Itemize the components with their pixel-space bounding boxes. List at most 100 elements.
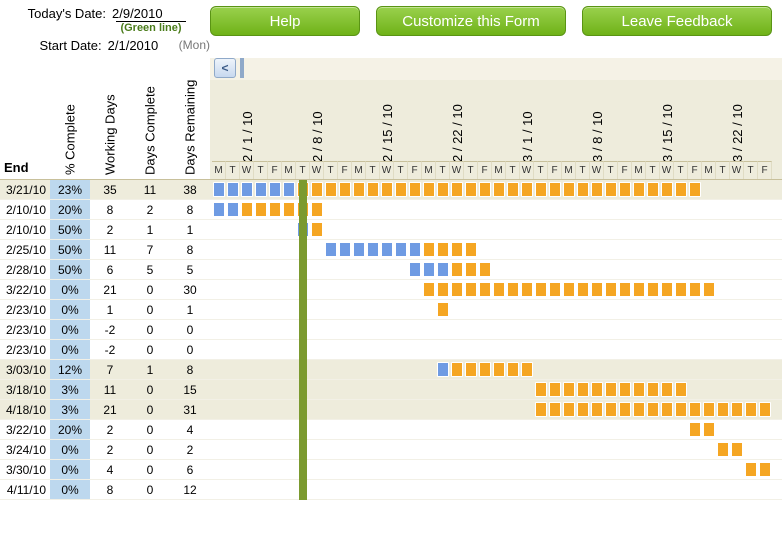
bar-complete <box>381 242 393 257</box>
bar-remaining <box>535 402 547 417</box>
gantt-row <box>210 360 782 380</box>
bar-remaining <box>675 402 687 417</box>
bar-remaining <box>493 282 505 297</box>
bar-remaining <box>675 382 687 397</box>
day-label: M <box>702 161 716 179</box>
bar-remaining <box>423 242 435 257</box>
start-value[interactable]: 2/1/2010 <box>108 38 175 53</box>
bar-remaining <box>577 382 589 397</box>
bar-remaining <box>759 462 771 477</box>
bar-remaining <box>465 362 477 377</box>
bar-complete <box>255 182 267 197</box>
day-label: F <box>758 161 772 179</box>
gantt-rows <box>210 180 782 500</box>
bar-remaining <box>675 182 687 197</box>
day-label: F <box>478 161 492 179</box>
bar-remaining <box>493 182 505 197</box>
cell-wd: 8 <box>90 483 130 497</box>
bar-complete <box>395 242 407 257</box>
bar-remaining <box>605 402 617 417</box>
cell-wd: 7 <box>90 363 130 377</box>
day-label: T <box>716 161 730 179</box>
today-value[interactable]: 2/9/2010 <box>112 6 182 21</box>
bar-remaining <box>703 422 715 437</box>
bar-complete <box>423 262 435 277</box>
cell-wd: 2 <box>90 223 130 237</box>
bar-remaining <box>661 402 673 417</box>
day-label: W <box>520 161 534 179</box>
col-wd: Working Days <box>90 57 130 179</box>
table-row: 2/10/1020%828 <box>0 200 210 220</box>
bar-complete <box>227 182 239 197</box>
customize-button[interactable]: Customize this Form <box>376 6 566 36</box>
bar-remaining <box>591 382 603 397</box>
day-label: W <box>590 161 604 179</box>
bar-remaining <box>437 302 449 317</box>
gantt-row <box>210 400 782 420</box>
bar-remaining <box>339 182 351 197</box>
bar-remaining <box>521 182 533 197</box>
day-label: W <box>450 161 464 179</box>
day-label: M <box>562 161 576 179</box>
gantt-row <box>210 420 782 440</box>
table-row: 4/18/103%21031 <box>0 400 210 420</box>
cell-dr: 30 <box>170 283 210 297</box>
help-button[interactable]: Help <box>210 6 360 36</box>
gantt-row <box>210 460 782 480</box>
bar-complete <box>353 242 365 257</box>
scroll-left-button[interactable]: < <box>214 58 236 78</box>
cell-dr: 15 <box>170 383 210 397</box>
bar-remaining <box>647 182 659 197</box>
bar-remaining <box>353 182 365 197</box>
bar-remaining <box>269 202 281 217</box>
bar-remaining <box>535 182 547 197</box>
col-dr: Days Remaining <box>170 57 210 179</box>
bar-remaining <box>647 282 659 297</box>
bar-remaining <box>605 282 617 297</box>
day-label: F <box>338 161 352 179</box>
bar-remaining <box>311 182 323 197</box>
cell-end: 2/10/10 <box>0 203 50 217</box>
cell-pct: 3% <box>50 380 90 399</box>
bar-remaining <box>717 442 729 457</box>
bar-remaining <box>521 282 533 297</box>
bar-remaining <box>689 282 701 297</box>
bar-remaining <box>563 282 575 297</box>
feedback-button[interactable]: Leave Feedback <box>582 6 772 36</box>
day-label: W <box>240 161 254 179</box>
cell-pct: 0% <box>50 440 90 459</box>
bar-remaining <box>409 182 421 197</box>
bar-remaining <box>395 182 407 197</box>
week-date: 3 / 1 / 10 <box>520 84 535 162</box>
today-label: Today's Date: <box>4 6 112 21</box>
day-label: T <box>366 161 380 179</box>
cell-dc: 0 <box>130 423 170 437</box>
cell-end: 2/10/10 <box>0 223 50 237</box>
cell-dc: 0 <box>130 443 170 457</box>
week-date: 3 / 8 / 10 <box>590 84 605 162</box>
cell-wd: 35 <box>90 183 130 197</box>
day-label: M <box>422 161 436 179</box>
cell-end: 4/11/10 <box>0 483 50 497</box>
table-row: 3/22/100%21030 <box>0 280 210 300</box>
week-date: 3 / 22 / 10 <box>730 84 745 162</box>
bar-remaining <box>619 402 631 417</box>
cell-wd: 2 <box>90 443 130 457</box>
cell-dc: 0 <box>130 323 170 337</box>
gantt-row <box>210 240 782 260</box>
start-label: Start Date: <box>4 38 108 53</box>
day-label: T <box>324 161 338 179</box>
bar-complete <box>409 262 421 277</box>
cell-dr: 38 <box>170 183 210 197</box>
cell-wd: 8 <box>90 203 130 217</box>
bar-complete <box>367 242 379 257</box>
bar-complete <box>213 182 225 197</box>
bar-remaining <box>731 442 743 457</box>
bar-complete <box>227 202 239 217</box>
bar-remaining <box>241 202 253 217</box>
cell-dr: 0 <box>170 323 210 337</box>
table-row: 2/10/1050%211 <box>0 220 210 240</box>
left-header: End % Complete Working Days Days Complet… <box>0 58 210 180</box>
week-date: 2 / 8 / 10 <box>310 84 325 162</box>
bar-remaining <box>535 282 547 297</box>
